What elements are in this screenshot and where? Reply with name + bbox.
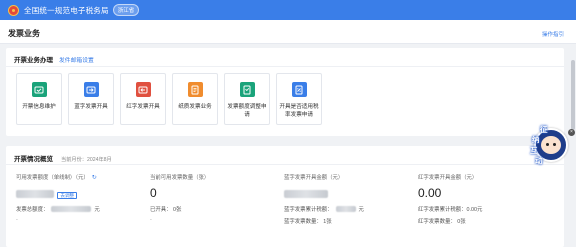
divider [6,164,564,165]
assistant-face [541,136,561,154]
invoice-business-card: 开票业务办理 发件邮箱设置 开票信息维护 蓝字发票开具 红字发票开具 纸质发票业… [6,48,564,136]
tile-info-maintenance[interactable]: 开票信息维护 [16,73,62,125]
region-badge[interactable]: 浙江省 [112,4,140,16]
placeholder-row: - [16,217,18,223]
redacted-value [335,206,356,212]
blue-tax-label: 蓝字发票累计税额： [284,207,333,213]
placeholder-row: - [150,217,152,223]
info-maintenance-icon [31,82,47,97]
red-invoice-icon [135,82,151,97]
scrollbar-thumb[interactable] [571,60,575,130]
overview-header: 开票情况概览 当前月份：2024年8月 [14,153,112,163]
available-quota-value: 去调整 [16,186,141,201]
tile-paper-invoice[interactable]: 纸质发票业务 [172,73,218,125]
tile-red-invoice[interactable]: 红字发票开具 [120,73,166,125]
available-quota-label-text: 可用发票额度（单线制）（元） [16,175,89,181]
tax-emblem-icon [8,4,19,16]
blue-invoice-amount-column: 蓝字发票开具金额（元） 蓝字发票累计税额： 元 蓝字发票数量： 1张 [284,173,409,225]
redacted-value [16,189,54,198]
total-quota-label: 发票总额度： [16,207,49,213]
unit-label: 元 [94,207,100,213]
assistant-char: 征 [540,125,548,134]
redacted-value [284,189,328,198]
quota-adjust-icon [239,82,255,97]
red-invoice-count-row: 红字发票数量： 0张 [418,219,466,225]
help-link[interactable]: 操作指引 [542,30,564,38]
tax-rate-apply-icon [291,82,307,97]
blue-invoice-amount-label: 蓝字发票开具金额（元） [284,175,344,181]
tile-label: 发票额度调整申请 [227,104,267,118]
tile-label: 开票信息维护 [22,104,56,110]
tile-blue-invoice[interactable]: 蓝字发票开具 [68,73,114,125]
business-card-header: 开票业务办理 发件邮箱设置 [14,54,94,64]
red-invoice-amount-label: 红字发票开具金额（元） [418,175,478,181]
available-count-column: 当前可用发票数量（张） 0 已开具： 0张 - [150,173,275,223]
tile-label: 蓝字发票开具 [74,104,108,110]
assistant-char: 动 [535,156,543,165]
redacted-value [51,206,92,212]
business-tiles: 开票信息维护 蓝字发票开具 红字发票开具 纸质发票业务 发票额度调整申请 开具是… [16,73,322,125]
interactive-assistant-button[interactable]: 征 纳 互 动 [526,124,572,166]
assistant-eye [546,143,549,146]
top-bar: 全国统一规范电子税务局 浙江省 [0,0,576,20]
close-assistant-icon[interactable]: × [568,129,575,136]
red-invoice-amount-value: 0.00 [418,186,442,200]
blue-invoice-amount-value [284,186,409,201]
overview-title: 开票情况概览 [14,156,53,163]
tile-label: 开具是否适用税率发票申请 [279,104,319,118]
issued-count-row: 已开具： 0张 [150,207,182,213]
unit-label: 元 [358,207,364,213]
current-period: 当前月份：2024年8月 [61,157,112,163]
page-header: 发票业务 操作指引 [0,20,576,44]
red-invoice-amount-column: 红字发票开具金额（元） 0.00 红字发票累计税额：0.00元 红字发票数量： … [418,173,543,225]
assistant-eye [553,143,556,146]
available-count-value: 0 [150,186,157,200]
tile-label: 红字发票开具 [126,104,160,110]
tile-quota-adjust[interactable]: 发票额度调整申请 [224,73,270,125]
available-count-label: 当前可用发票数量（张） [150,175,210,181]
mail-settings-link[interactable]: 发件邮箱设置 [59,55,94,64]
page-title: 发票业务 [8,29,40,38]
invoice-overview-card: 开票情况概览 当前月份：2024年8月 可用发票额度（单线制）（元） ↻ 去调整… [6,146,564,247]
tile-tax-rate-apply[interactable]: 开具是否适用税率发票申请 [276,73,322,125]
refresh-icon[interactable]: ↻ [92,174,97,181]
total-quota-row: 发票总额度： 元 [16,205,141,213]
business-card-title: 开票业务办理 [14,57,53,64]
blue-invoice-icon [83,82,99,97]
blue-invoice-count-row: 蓝字发票数量： 1张 [284,219,332,225]
assistant-char: 纳 [532,135,540,144]
adjust-quota-button[interactable]: 去调整 [57,192,78,199]
available-quota-label: 可用发票额度（单线制）（元） ↻ [16,173,141,182]
divider [6,66,564,67]
tile-label: 纸质发票业务 [178,104,212,110]
red-invoice-tax-row: 红字发票累计税额：0.00元 [418,207,483,213]
site-title[interactable]: 全国统一规范电子税务局 [24,5,109,16]
available-quota-column: 可用发票额度（单线制）（元） ↻ 去调整 发票总额度： 元 - [16,173,141,223]
paper-invoice-icon [187,82,203,97]
blue-invoice-tax-row: 蓝字发票累计税额： 元 [284,205,409,213]
